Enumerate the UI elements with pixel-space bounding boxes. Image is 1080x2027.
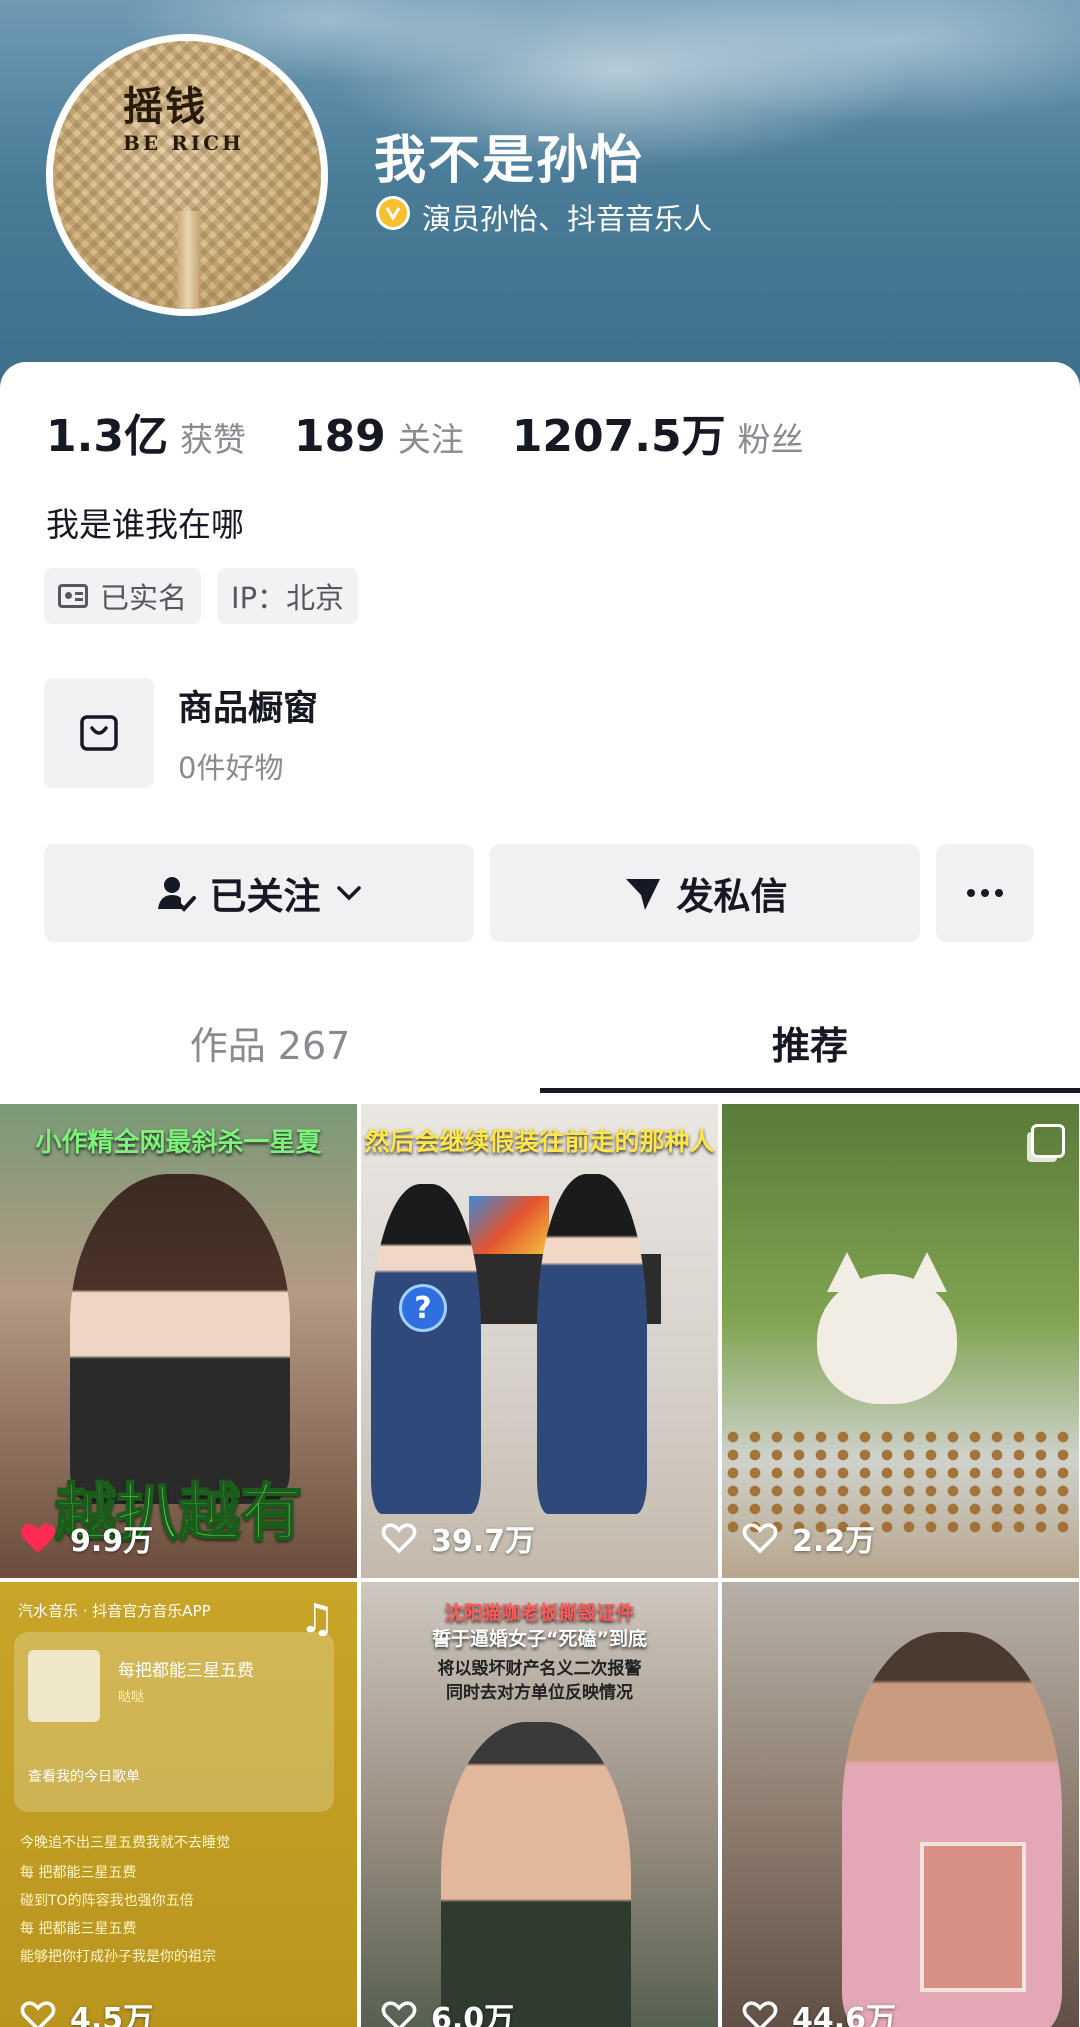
- stat-likes-count: 1.3亿: [46, 411, 168, 462]
- stat-followers-count: 1207.5万: [511, 411, 726, 462]
- shop-window[interactable]: 商品橱窗 0件好物: [44, 678, 318, 788]
- more-button[interactable]: [936, 844, 1034, 942]
- id-card-icon: [58, 584, 88, 608]
- lyric-line: 能够把你打成孙子我是你的祖宗: [20, 1949, 216, 1965]
- chevron-down-icon: [335, 883, 363, 903]
- shopping-bag-icon: [80, 715, 118, 751]
- more-icon: [964, 889, 1006, 897]
- like-count-value: 4.5万: [70, 2002, 154, 2027]
- like-count-value: 9.9万: [70, 1524, 154, 1559]
- song-cover: [28, 1650, 100, 1722]
- stat-following-label: 关注: [397, 420, 464, 459]
- stat-likes-label: 获赞: [179, 420, 246, 459]
- action-row: 已关注 发私信: [44, 844, 1034, 942]
- profile-card: 1.3亿 获赞 189 关注 1207.5万 粉丝 我是谁我在哪 已实名 IP：…: [0, 362, 1080, 2027]
- realname-tag: 已实名: [44, 568, 202, 624]
- avatar-image: 摇钱 BE RICH: [53, 41, 321, 309]
- held-photo: [920, 1842, 1026, 1992]
- lyric-line: 每 把都能三星五费: [20, 1921, 137, 1937]
- video-tile[interactable]: 沈阳猫咖老板撕毁证件 誓于逼婚女子“死磕”到底 将以毁坏财产名义二次报警 同时去…: [361, 1582, 718, 2027]
- tab-recommend[interactable]: 推荐: [540, 992, 1080, 1092]
- video-caption: 然后会继续假装往前走的那种人: [364, 1127, 715, 1156]
- like-count: 4.5万: [20, 1994, 153, 2027]
- video-thumbnail-person: [441, 1722, 631, 2027]
- stat-likes[interactable]: 1.3亿 获赞: [46, 400, 246, 464]
- content-tabs: 作品 267 推荐: [0, 992, 1080, 1093]
- heart-outline-icon: [381, 2001, 417, 2027]
- video-caption: 同时去对方单位反映情况: [446, 1683, 633, 1703]
- like-count-value: 44.6万: [792, 2002, 897, 2027]
- bio: 我是谁我在哪: [46, 505, 244, 544]
- avatar[interactable]: 摇钱 BE RICH: [46, 34, 328, 316]
- heart-outline-icon: [742, 1523, 778, 1554]
- video-tile[interactable]: 44.6万: [722, 1582, 1079, 2027]
- multi-image-icon: [1031, 1124, 1065, 1158]
- like-count-value: 39.7万: [431, 1524, 536, 1559]
- heart-filled-icon: [20, 1523, 56, 1553]
- video-thumbnail-person: [70, 1174, 290, 1504]
- verified-icon: [376, 196, 410, 230]
- like-count: 39.7万: [381, 1516, 535, 1560]
- message-button[interactable]: 发私信: [490, 844, 920, 942]
- user-check-icon: [156, 873, 196, 913]
- tab-active-indicator: [540, 1088, 1080, 1093]
- tab-works[interactable]: 作品 267: [0, 992, 540, 1092]
- like-count-value: 2.2万: [792, 1524, 876, 1559]
- like-count: 44.6万: [742, 1994, 896, 2027]
- video-tile[interactable]: 2.2万: [722, 1104, 1079, 1578]
- playlist-link: 查看我的今日歌单: [28, 1769, 140, 1785]
- video-thumbnail-person: [371, 1184, 481, 1514]
- video-tile[interactable]: 小作精全网最斜杀一星夏 越扒越有 9.9万: [0, 1104, 357, 1578]
- heart-outline-icon: [742, 2001, 778, 2027]
- stat-following[interactable]: 189 关注: [294, 411, 464, 462]
- send-icon: [623, 873, 663, 913]
- video-tile[interactable]: 然后会继续假装往前走的那种人 ? 39.7万: [361, 1104, 718, 1578]
- realname-label: 已实名: [100, 581, 188, 615]
- heart-outline-icon: [381, 1523, 417, 1554]
- heart-outline-icon: [20, 2001, 56, 2027]
- stat-followers[interactable]: 1207.5万 粉丝: [512, 400, 804, 464]
- question-icon: ?: [399, 1284, 447, 1332]
- video-tile[interactable]: 汽水音乐 · 抖音官方音乐APP ♫ 每把都能三星五费 哒哒 查看我的今日歌单 …: [0, 1582, 357, 2027]
- lyric-line: 今晚追不出三星五费我就不去睡觉: [20, 1835, 230, 1851]
- video-caption: 誓于逼婚女子“死磕”到底: [432, 1628, 647, 1650]
- video-top-caption: 小作精全网最斜杀一星夏: [35, 1128, 322, 1158]
- shop-icon-box: [44, 678, 154, 788]
- cat-image: [817, 1252, 957, 1404]
- video-caption: 将以毁坏财产名义二次报警: [437, 1659, 642, 1679]
- wall-painting: [469, 1196, 549, 1256]
- followed-button[interactable]: 已关注: [44, 844, 474, 942]
- avatar-fan-text: 摇钱 BE RICH: [123, 83, 244, 155]
- ip-tag: IP：北京: [217, 568, 359, 624]
- display-name: 我不是孙怡: [374, 131, 645, 191]
- message-label: 发私信: [676, 875, 788, 918]
- video-thumbnail-person: [537, 1174, 647, 1514]
- song-card[interactable]: 每把都能三星五费 哒哒 查看我的今日歌单: [14, 1632, 334, 1812]
- profile-header: 摇钱 BE RICH 我不是孙怡 演员孙怡、抖音音乐人: [0, 0, 1080, 400]
- like-count: 6.0万: [381, 1994, 514, 2027]
- stats-row: 1.3亿 获赞 189 关注 1207.5万 粉丝: [46, 400, 852, 464]
- song-artist: 哒哒: [118, 1690, 145, 1705]
- fan-handle: [177, 211, 199, 309]
- music-app-header: 汽水音乐 · 抖音官方音乐APP: [18, 1602, 211, 1620]
- video-caption: 沈阳猫咖老板撕毁证件: [444, 1602, 635, 1624]
- tag-row: 已实名 IP：北京: [44, 568, 374, 624]
- followed-label: 已关注: [209, 875, 321, 918]
- song-title: 每把都能三星五费: [118, 1661, 254, 1681]
- stat-following-count: 189: [293, 411, 386, 462]
- lyric-line: 每 把都能三星五费: [20, 1865, 137, 1881]
- verified-text: 演员孙怡、抖音音乐人: [422, 202, 713, 236]
- like-count: 2.2万: [742, 1516, 875, 1560]
- ip-label: IP：北京: [231, 581, 345, 615]
- stat-followers-label: 粉丝: [737, 420, 804, 459]
- shop-title: 商品橱窗: [178, 688, 319, 729]
- like-count-value: 6.0万: [431, 2002, 515, 2027]
- like-count: 9.9万: [20, 1516, 153, 1560]
- shop-subtitle: 0件好物: [178, 750, 284, 785]
- lyric-line: 碰到TO的阵容我也强你五倍: [20, 1893, 194, 1909]
